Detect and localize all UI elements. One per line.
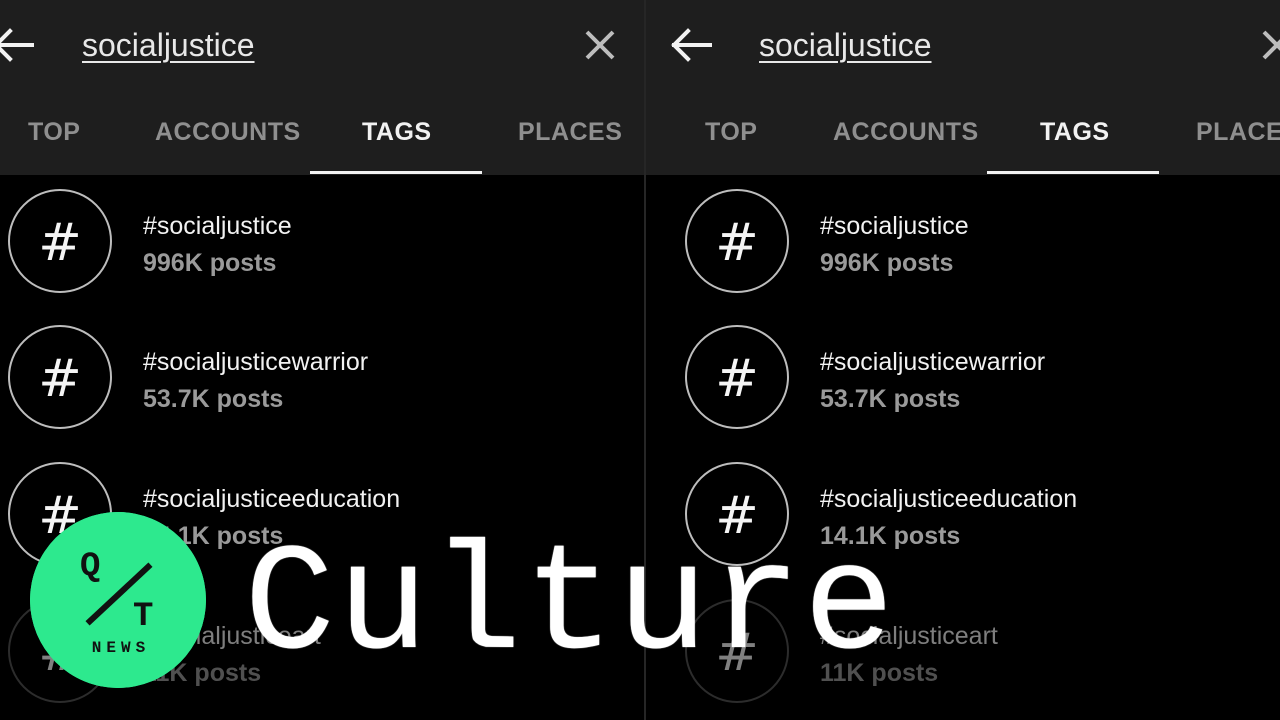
- hashtag-result-socialjustice[interactable]: # #socialjustice 996K posts: [646, 189, 1280, 299]
- hashtag-result-socialjustice[interactable]: # #socialjustice 996K posts: [0, 189, 645, 299]
- post-count: 996K posts: [820, 249, 954, 277]
- post-count: 53.7K posts: [143, 385, 284, 413]
- close-icon[interactable]: [1260, 28, 1280, 62]
- tab-tags[interactable]: TAGS: [1040, 116, 1110, 148]
- hashtag-name: #socialjustice: [820, 212, 969, 240]
- hashtag-name: #socialjustice: [143, 212, 292, 240]
- hashtag-name: #socialjusticeeducation: [143, 485, 401, 513]
- search-input[interactable]: socialjustice: [759, 24, 932, 66]
- video-frame: socialjustice TOP ACCOUNTS TAGS PLACES #…: [0, 0, 1280, 720]
- post-count: 996K posts: [143, 249, 277, 277]
- tab-accounts[interactable]: ACCOUNTS: [833, 116, 979, 148]
- qt-news-logo: Q T NEWS: [30, 512, 206, 688]
- hashtag-icon: #: [685, 189, 789, 293]
- search-header: socialjustice TOP ACCOUNTS TAGS PLACES: [0, 0, 645, 175]
- hashtag-result-socialjusticewarrior[interactable]: # #socialjusticewarrior 53.7K posts: [0, 325, 645, 435]
- tab-top[interactable]: TOP: [705, 116, 757, 148]
- hashtag-icon: #: [8, 189, 112, 293]
- logo-t-letter: T: [133, 598, 154, 636]
- search-input[interactable]: socialjustice: [82, 24, 255, 66]
- hashtag-name: #socialjusticeeducation: [820, 485, 1078, 513]
- logo-q-letter: Q: [80, 548, 101, 586]
- back-arrow-icon[interactable]: [666, 22, 716, 68]
- hashtag-result-socialjusticewarrior[interactable]: # #socialjusticewarrior 53.7K posts: [646, 325, 1280, 435]
- hashtag-icon: #: [8, 325, 112, 429]
- hashtag-name: #socialjusticewarrior: [143, 348, 369, 376]
- logo-news-label: NEWS: [91, 639, 151, 657]
- back-arrow-icon[interactable]: [0, 22, 38, 68]
- culture-title-overlay: Culture: [244, 520, 897, 693]
- active-tab-indicator: [310, 171, 482, 174]
- tab-accounts[interactable]: ACCOUNTS: [155, 116, 301, 148]
- hashtag-name: #socialjusticewarrior: [820, 348, 1046, 376]
- tab-tags[interactable]: TAGS: [362, 116, 432, 148]
- active-tab-indicator: [987, 171, 1159, 174]
- close-icon[interactable]: [583, 28, 617, 62]
- post-count: 53.7K posts: [820, 385, 961, 413]
- hashtag-icon: #: [685, 325, 789, 429]
- tab-places[interactable]: PLACES: [518, 116, 622, 148]
- tab-places[interactable]: PLACES: [1196, 116, 1280, 148]
- tab-top[interactable]: TOP: [28, 116, 80, 148]
- search-header: socialjustice TOP ACCOUNTS TAGS PLACES: [646, 0, 1280, 175]
